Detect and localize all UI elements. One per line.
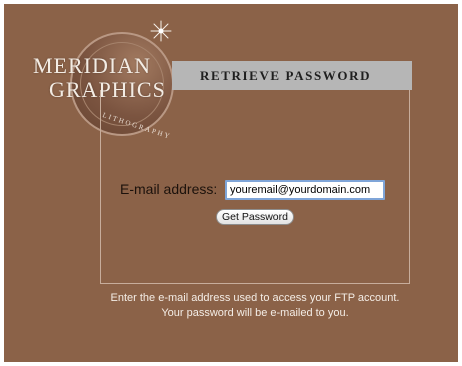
get-password-button[interactable]: Get Password xyxy=(216,209,294,225)
email-input[interactable] xyxy=(225,180,385,200)
page-title: RETRIEVE PASSWORD xyxy=(200,68,372,83)
help-text: Enter the e-mail address used to access … xyxy=(110,292,400,319)
email-label: E-mail address: xyxy=(120,181,218,197)
brand-name-line1: MERIDIAN xyxy=(33,53,151,78)
starburst-icon xyxy=(150,20,172,42)
header-bar: RETRIEVE PASSWORD xyxy=(172,61,412,90)
